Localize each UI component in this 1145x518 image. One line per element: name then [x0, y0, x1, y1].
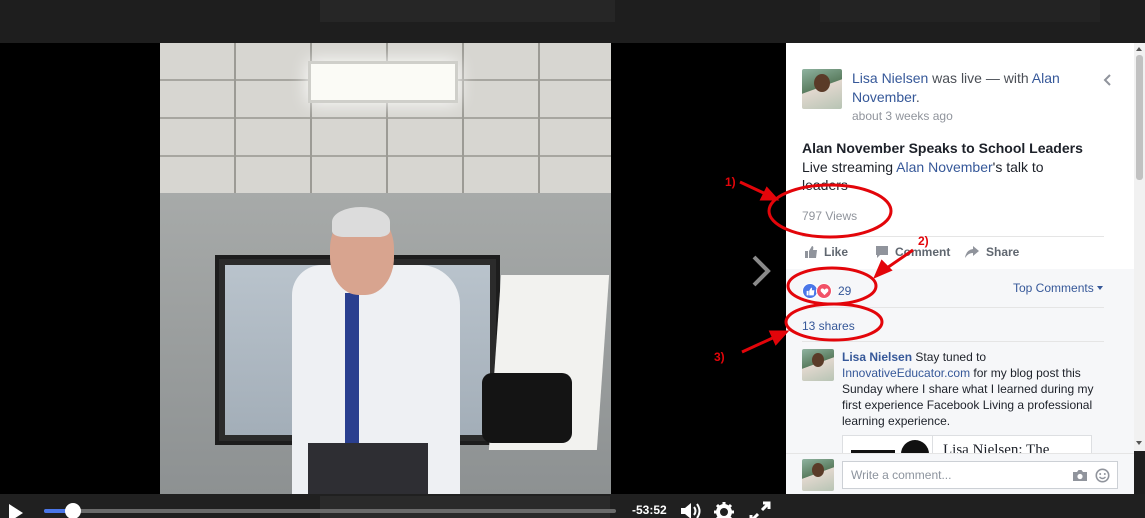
scrollbar-thumb[interactable]	[1136, 55, 1143, 180]
timestamp[interactable]: about 3 weeks ago	[852, 107, 1082, 126]
tagged-suffix: .	[915, 89, 920, 105]
post-meta: Lisa Nielsen was live — with Alan Novemb…	[852, 69, 1082, 126]
live-text: was live — with	[928, 70, 1032, 86]
divider	[802, 236, 1104, 237]
reaction-count: 29	[838, 284, 852, 298]
scroll-down-arrow-icon[interactable]	[1136, 441, 1142, 445]
background-page-strip	[820, 0, 1100, 22]
emoji-icon[interactable]	[1095, 468, 1110, 488]
next-video-chevron-icon[interactable]	[748, 251, 774, 296]
video-player[interactable]: -53:52	[0, 43, 786, 518]
share-icon	[965, 246, 979, 258]
post-description: Live streaming Alan November's talk to l…	[802, 158, 1077, 194]
comment-body: Lisa Nielsen Stay tuned to InnovativeEdu…	[842, 349, 1097, 429]
bag	[482, 373, 572, 443]
thumbs-up-icon	[805, 246, 817, 258]
comment-link[interactable]: InnovativeEducator.com	[842, 366, 970, 380]
shares-link[interactable]: 13 shares	[802, 319, 855, 333]
scrollbar[interactable]	[1134, 43, 1145, 451]
view-count: 797 Views	[802, 209, 858, 223]
play-icon[interactable]	[9, 504, 23, 518]
speaker-trousers	[308, 443, 428, 494]
post-panel: Lisa Nielsen was live — with Alan Novemb…	[786, 43, 1134, 494]
background-page-strip	[320, 0, 615, 22]
share-button[interactable]: Share	[964, 245, 1019, 259]
share-label: Share	[986, 245, 1020, 259]
progress-bar[interactable]	[44, 503, 616, 518]
author-avatar[interactable]	[802, 69, 842, 109]
like-button[interactable]: Like	[804, 245, 848, 259]
speaker-hair	[332, 207, 390, 237]
comment-icon	[876, 246, 888, 258]
top-comments-dropdown[interactable]: Top Comments	[1013, 281, 1104, 295]
comment-text-before: Stay tuned to	[912, 350, 987, 364]
commenter-name[interactable]: Lisa Nielsen	[842, 350, 912, 364]
commenter-avatar[interactable]	[802, 349, 834, 381]
screen: -53:52 Lisa Nielsen was live — with Alan…	[0, 0, 1145, 518]
author-name[interactable]: Lisa Nielsen	[852, 70, 928, 86]
action-bar: Like Comment Share	[802, 243, 1104, 263]
comment-label: Comment	[895, 245, 951, 259]
chevron-left-icon[interactable]	[1102, 73, 1112, 92]
video-controls: -53:52	[0, 489, 786, 518]
comment-button[interactable]: Comment	[875, 245, 950, 259]
progress-knob[interactable]	[64, 503, 81, 518]
reactions-summary[interactable]: 29	[802, 283, 851, 299]
like-label: Like	[824, 245, 849, 259]
camera-icon[interactable]	[1072, 469, 1088, 487]
top-comments-label: Top Comments	[1013, 281, 1094, 295]
composer-avatar	[802, 459, 834, 491]
desc-link[interactable]: Alan November	[896, 159, 993, 175]
divider	[802, 341, 1104, 342]
scroll-up-arrow-icon[interactable]	[1136, 47, 1142, 51]
divider	[802, 307, 1104, 308]
time-remaining: -53:52	[632, 503, 667, 517]
volume-icon[interactable]	[680, 501, 702, 518]
post-title: Alan November Speaks to School Leaders	[802, 140, 1083, 156]
desc-prefix: Live streaming	[802, 159, 897, 175]
comment-composer	[786, 453, 1134, 494]
gear-icon[interactable]	[713, 501, 735, 518]
ceiling-light	[308, 61, 458, 103]
video-frame[interactable]	[160, 43, 611, 494]
love-reaction-icon	[816, 283, 832, 299]
speaker-tie	[345, 293, 359, 443]
caret-down-icon	[1097, 285, 1104, 290]
fullscreen-icon[interactable]	[749, 501, 771, 518]
